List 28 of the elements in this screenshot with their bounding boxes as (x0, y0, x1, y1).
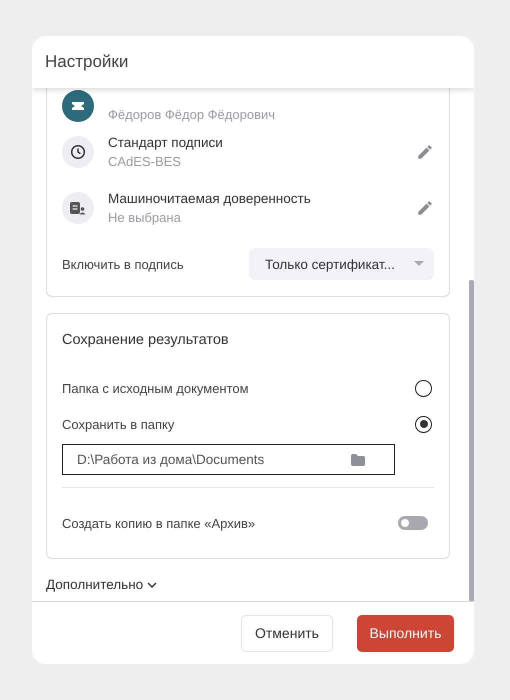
chevron-icon (147, 582, 158, 588)
cancel-button[interactable]: Отменить (241, 614, 333, 652)
dialog-title: Настройки (32, 36, 474, 88)
row-value: Не выбрана (108, 210, 182, 225)
option-label: Папка с исходным документом (62, 380, 249, 396)
run-button[interactable]: Выполнить (357, 614, 454, 652)
row-value: CAdES-BES (108, 154, 182, 169)
edit-icon[interactable] (416, 199, 434, 217)
archive-label: Создать копию в папке «Архив» (62, 516, 256, 530)
radio-button[interactable] (415, 380, 432, 396)
folder-icon[interactable] (351, 454, 365, 466)
toggle-switch[interactable] (398, 516, 428, 530)
edit-icon[interactable] (416, 143, 434, 161)
document-person-icon (62, 192, 94, 224)
radio-button[interactable] (415, 416, 432, 432)
option-label: Сохранить в папку (62, 416, 174, 432)
folder-field[interactable]: D:\Работа из дома\Documents (62, 444, 395, 475)
scrollbar[interactable] (469, 280, 474, 601)
row-title: Машиночитаемая доверенность (108, 191, 312, 206)
more-toggle[interactable]: Дополнительно (46, 577, 158, 592)
clock-icon (62, 136, 94, 168)
caret-icon (414, 261, 424, 267)
include-dropdown[interactable]: Только сертификат... (249, 248, 434, 280)
row-title: Стандарт подписи (108, 135, 224, 150)
include-label: Включить в подпись (62, 256, 184, 272)
section-title: Сохранение результатов (62, 332, 230, 348)
row-value: Фёдоров Фёдор Фёдорович (108, 107, 276, 122)
avatar-icon (62, 90, 94, 122)
